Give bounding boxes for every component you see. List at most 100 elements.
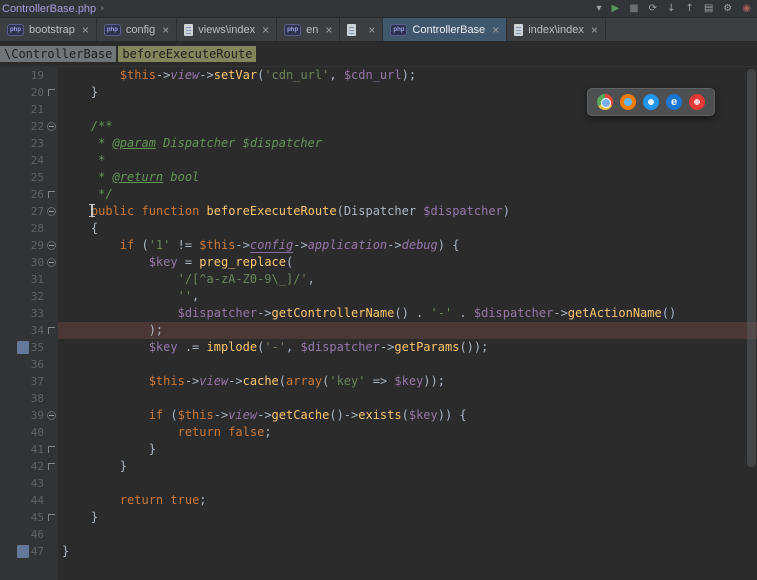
fold-indicator[interactable] xyxy=(46,84,58,101)
code-line[interactable]: 36 xyxy=(0,356,757,373)
firefox-icon[interactable] xyxy=(620,94,636,110)
fold-indicator[interactable] xyxy=(46,254,58,271)
close-icon[interactable]: × xyxy=(162,24,169,36)
code-line[interactable]: 30 $key = preg_replace( xyxy=(0,254,757,271)
code-line[interactable]: 24 * xyxy=(0,152,757,169)
code-line[interactable]: 29 if ('1' != $this->config->application… xyxy=(0,237,757,254)
fold-indicator[interactable] xyxy=(46,203,58,220)
code-token: '' xyxy=(177,289,193,303)
fold-indicator[interactable] xyxy=(46,458,58,475)
php-file-icon: php xyxy=(390,23,408,36)
code-token: = xyxy=(177,255,200,269)
code-line[interactable]: 23 * @param Dispatcher $dispatcher xyxy=(0,135,757,152)
fold-indicator[interactable] xyxy=(46,407,58,424)
code-line[interactable]: 40 return false; xyxy=(0,424,757,441)
code-line[interactable]: 44 return true; xyxy=(0,492,757,509)
code-line[interactable]: 31 '/[^a-zA-Z0-9\_]/', xyxy=(0,271,757,288)
fold-indicator[interactable] xyxy=(46,186,58,203)
download-icon[interactable]: ↓ xyxy=(667,3,675,14)
close-icon[interactable]: × xyxy=(82,24,89,36)
close-icon[interactable]: × xyxy=(492,24,499,36)
code-token: true xyxy=(170,493,200,507)
code-line[interactable]: 39 if ($this->view->getCache()->exists($… xyxy=(0,407,757,424)
tab-config[interactable]: php config × xyxy=(97,18,178,41)
settings-icon[interactable]: ⚙ xyxy=(723,3,732,14)
tab-en[interactable]: php en × xyxy=(277,18,341,41)
gutter: 39 xyxy=(0,407,58,424)
code-token: $key xyxy=(148,255,178,269)
code-line[interactable]: 47} xyxy=(0,543,757,560)
breadcrumb-method-chip[interactable]: beforeExecuteRoute xyxy=(118,46,257,62)
code-line[interactable]: 35 $key .= implode('-', $dispatcher->get… xyxy=(0,339,757,356)
stop-icon[interactable]: ■ xyxy=(629,3,638,14)
fold-indicator[interactable] xyxy=(46,237,58,254)
code-token: getCache xyxy=(271,408,330,422)
code-token: function xyxy=(141,204,200,218)
code-line[interactable]: 22 /** xyxy=(0,118,757,135)
record-icon[interactable]: ◉ xyxy=(742,3,751,14)
code-line[interactable]: 28 { xyxy=(0,220,757,237)
code-line[interactable]: 27 public function beforeExecuteRoute(Di… xyxy=(0,203,757,220)
fold-indicator[interactable] xyxy=(46,118,58,135)
code-token: return xyxy=(119,493,164,507)
tab-label: bootstrap xyxy=(29,23,75,36)
code-line[interactable]: 26 */ xyxy=(0,186,757,203)
code-line[interactable]: 43 xyxy=(0,475,757,492)
code-line[interactable]: 42 } xyxy=(0,458,757,475)
close-icon[interactable]: × xyxy=(591,24,598,36)
code-token: debug xyxy=(401,238,438,252)
code-line[interactable]: 32 '', xyxy=(0,288,757,305)
close-icon[interactable]: × xyxy=(262,24,269,36)
close-icon[interactable]: × xyxy=(325,24,332,36)
code-line[interactable]: 45 } xyxy=(0,509,757,526)
tab-views-index[interactable]: views\index × xyxy=(177,18,278,41)
code-token: -> xyxy=(213,408,229,422)
code-line[interactable]: 33 $dispatcher->getControllerName() . '-… xyxy=(0,305,757,322)
code-line[interactable]: 34 ); xyxy=(0,322,757,339)
fold-indicator[interactable] xyxy=(46,441,58,458)
tab-untitled[interactable]: × xyxy=(340,18,384,41)
tab-bootstrap[interactable]: php bootstrap × xyxy=(0,18,97,41)
line-number: 33 xyxy=(30,307,44,320)
structure-icon[interactable]: ▤ xyxy=(704,3,713,14)
fold-indicator[interactable] xyxy=(46,509,58,526)
tab-controllerbase[interactable]: php ControllerBase × xyxy=(383,18,508,41)
ie-icon[interactable]: e xyxy=(666,94,682,110)
code-text: } xyxy=(58,509,757,526)
code-line[interactable]: 37 $this->view->cache(array('key' => $ke… xyxy=(0,373,757,390)
chrome-icon[interactable] xyxy=(597,94,613,110)
fold-indicator[interactable] xyxy=(46,322,58,339)
vertical-scrollbar[interactable] xyxy=(745,67,757,580)
code-editor[interactable]: 19 $this->view->setVar('cdn_url', $cdn_u… xyxy=(0,67,757,580)
run-icon[interactable]: ▶ xyxy=(612,3,620,14)
gutter: 43 xyxy=(0,475,58,492)
code-token: -> xyxy=(379,340,395,354)
line-number: 26 xyxy=(30,188,44,201)
gutter: 24 xyxy=(0,152,58,169)
tab-index-index[interactable]: index\index × xyxy=(507,18,606,41)
code-token: -> xyxy=(257,306,272,320)
safari-icon[interactable] xyxy=(643,94,659,110)
gutter: 31 xyxy=(0,271,58,288)
code-line[interactable]: 19 $this->view->setVar('cdn_url', $cdn_u… xyxy=(0,67,757,84)
code-text: '', xyxy=(58,288,757,305)
code-text: return true; xyxy=(58,492,757,509)
opera-icon[interactable] xyxy=(689,94,705,110)
code-token: setVar xyxy=(213,68,258,82)
breadcrumb-class-chip[interactable]: \ControllerBase xyxy=(0,46,117,62)
sync-icon[interactable]: ⟳ xyxy=(649,3,657,14)
run-config-selector-icon[interactable]: ▾ xyxy=(596,3,601,14)
code-line[interactable]: 38 xyxy=(0,390,757,407)
close-icon[interactable]: × xyxy=(368,24,375,36)
code-line[interactable]: 46 xyxy=(0,526,757,543)
gutter: 40 xyxy=(0,424,58,441)
scrollbar-thumb[interactable] xyxy=(747,69,756,467)
code-token: $dispatcher xyxy=(423,204,503,218)
upload-icon[interactable]: ↑ xyxy=(685,3,693,14)
code-line[interactable]: 25 * @return bool xyxy=(0,169,757,186)
code-line[interactable]: 41 } xyxy=(0,441,757,458)
code-text: } xyxy=(58,458,757,475)
